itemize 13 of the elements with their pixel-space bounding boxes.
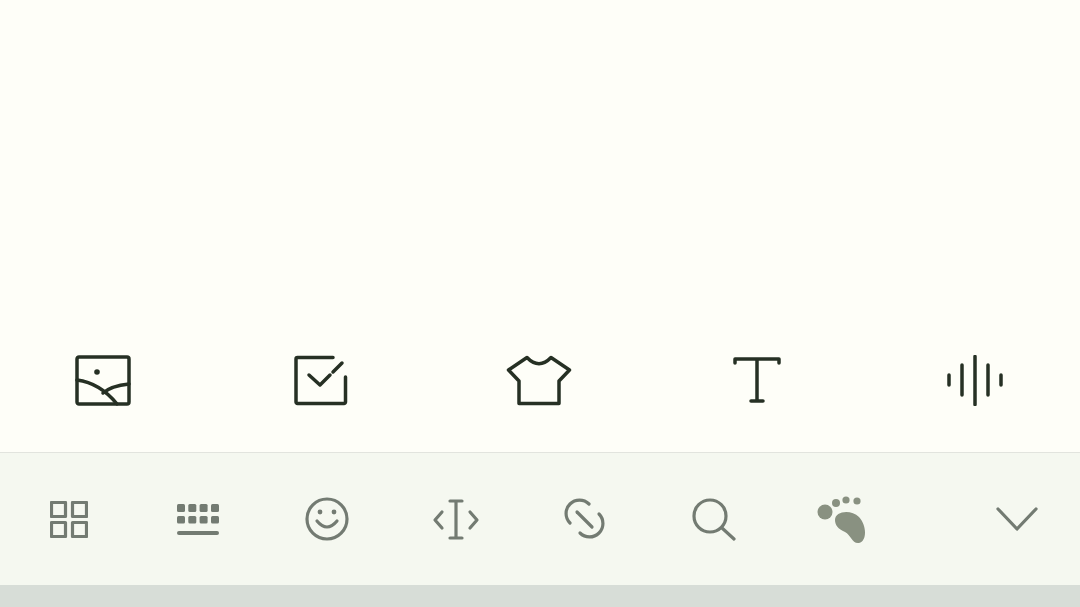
shirt-icon[interactable] <box>506 354 572 406</box>
smiley-icon[interactable] <box>303 497 350 541</box>
link-icon[interactable] <box>561 497 608 541</box>
grid-icon[interactable] <box>49 500 88 538</box>
footprint-icon[interactable] <box>817 494 868 544</box>
sound-wave-icon[interactable] <box>946 354 1004 406</box>
chevron-down-icon[interactable] <box>996 506 1038 532</box>
text-icon[interactable] <box>733 356 781 404</box>
text-cursor-icon[interactable] <box>431 498 480 540</box>
checkbox-icon[interactable] <box>294 354 348 406</box>
image-icon[interactable] <box>75 354 131 406</box>
search-icon[interactable] <box>691 497 736 541</box>
keyboard-icon[interactable] <box>176 503 219 535</box>
